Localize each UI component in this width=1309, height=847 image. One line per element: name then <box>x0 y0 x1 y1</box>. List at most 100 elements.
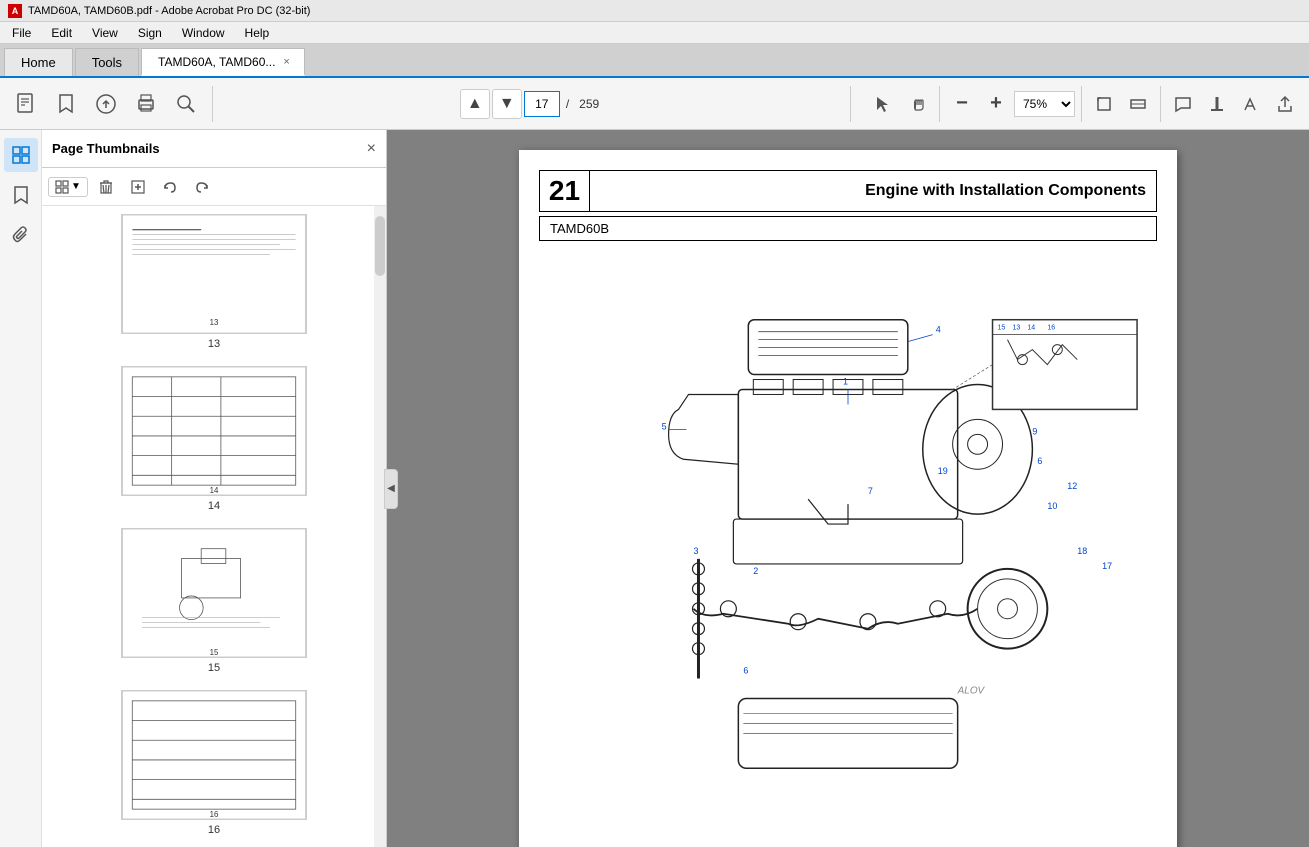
hand-tool-button[interactable] <box>901 88 933 120</box>
page-title-display: Engine with Installation Components <box>590 171 1156 211</box>
panel-close-button[interactable]: × <box>367 140 376 158</box>
create-icon <box>15 93 37 115</box>
engine-diagram: 4 1 <box>539 249 1157 829</box>
insert-icon <box>130 179 146 195</box>
comment-icon <box>1174 95 1192 113</box>
menu-view[interactable]: View <box>84 24 126 42</box>
print-icon <box>135 93 157 115</box>
print-button[interactable] <box>128 84 164 124</box>
menu-window[interactable]: Window <box>174 24 233 42</box>
page-separator: / <box>566 97 569 111</box>
comment-button[interactable] <box>1167 88 1199 120</box>
svg-text:13: 13 <box>210 318 219 327</box>
next-page-button[interactable]: ▼ <box>492 89 522 119</box>
tab-document[interactable]: TAMD60A, TAMD60... × <box>141 48 305 76</box>
thumbnail-page-15[interactable]: 15 15 <box>121 528 307 674</box>
svg-text:15: 15 <box>210 648 219 657</box>
zoom-select[interactable]: 75% 50% 100% 125% 150% <box>1014 91 1075 117</box>
menu-help[interactable]: Help <box>237 24 278 42</box>
panel-toolbar: ▼ <box>42 168 386 206</box>
highlight-button[interactable] <box>1201 88 1233 120</box>
toolbar-separator-3 <box>939 86 940 122</box>
bookmark-button[interactable] <box>48 84 84 124</box>
thumb-label-16: 16 <box>208 824 220 836</box>
toolbar-separator-4 <box>1081 86 1082 122</box>
zoom-out-button[interactable]: − <box>946 88 978 120</box>
attachments-icon <box>11 225 31 245</box>
menu-file[interactable]: File <box>4 24 39 42</box>
tab-close-button[interactable]: × <box>283 56 289 68</box>
share-icon <box>1276 95 1294 113</box>
delete-pages-button[interactable] <box>92 173 120 201</box>
thumbnail-page-13[interactable]: 13 13 <box>121 214 307 350</box>
panel-title: Page Thumbnails <box>52 141 160 156</box>
page-number-display: 21 <box>540 171 590 211</box>
undo-button[interactable] <box>156 173 184 201</box>
thumbnail-page-14[interactable]: 14 14 <box>121 366 307 512</box>
svg-text:ALOV: ALOV <box>957 686 986 697</box>
menu-sign[interactable]: Sign <box>130 24 170 42</box>
total-pages: 259 <box>579 97 599 111</box>
sidebar-attachments-button[interactable] <box>4 218 38 252</box>
upload-button[interactable] <box>88 84 124 124</box>
dropdown-arrow: ▼ <box>71 181 81 192</box>
zoom-in-button[interactable]: + <box>980 88 1012 120</box>
thumb-label-15: 15 <box>208 662 220 674</box>
thumb-label-13: 13 <box>208 338 220 350</box>
view-options-dropdown[interactable]: ▼ <box>48 177 88 197</box>
svg-text:3: 3 <box>694 546 699 556</box>
svg-text:2: 2 <box>753 566 758 576</box>
page-header: 21 Engine with Installation Components <box>539 170 1157 212</box>
thumbnails-icon <box>11 145 31 165</box>
scroll-thumb[interactable] <box>375 216 385 276</box>
markup-button[interactable] <box>1235 88 1267 120</box>
svg-text:18: 18 <box>1077 546 1087 556</box>
thumbnail-page-16[interactable]: 16 16 <box>121 690 307 836</box>
view-options-icon <box>55 180 69 194</box>
tab-bar: Home Tools TAMD60A, TAMD60... × <box>0 44 1309 78</box>
fit-page-button[interactable] <box>1088 88 1120 120</box>
fit-width-button[interactable] <box>1122 88 1154 120</box>
svg-text:14: 14 <box>210 486 219 495</box>
redo-button[interactable] <box>188 173 216 201</box>
panel-collapse-button[interactable]: ◀ <box>384 469 398 509</box>
create-button[interactable] <box>8 84 44 124</box>
thumb-img-14: 14 <box>121 366 307 496</box>
menu-edit[interactable]: Edit <box>43 24 80 42</box>
cursor-tool-button[interactable] <box>867 88 899 120</box>
svg-text:14: 14 <box>1027 325 1035 332</box>
share-button[interactable] <box>1269 88 1301 120</box>
page-number-input[interactable] <box>524 91 560 117</box>
markup-icon <box>1242 95 1260 113</box>
prev-page-button[interactable]: ▲ <box>460 89 490 119</box>
svg-text:4: 4 <box>936 325 941 335</box>
toolbar-separator-5 <box>1160 86 1161 122</box>
svg-text:9: 9 <box>1032 426 1037 436</box>
svg-text:16: 16 <box>1047 325 1055 332</box>
svg-text:17: 17 <box>1102 561 1112 571</box>
svg-text:1: 1 <box>843 377 848 387</box>
sidebar-thumbnails-button[interactable] <box>4 138 38 172</box>
fit-width-icon <box>1129 95 1147 113</box>
bookmarks-icon <box>11 185 31 205</box>
cursor-icon <box>874 95 892 113</box>
zoom-search-button[interactable] <box>168 84 204 124</box>
hand-icon <box>908 95 926 113</box>
upload-icon <box>95 93 117 115</box>
menu-bar: File Edit View Sign Window Help <box>0 22 1309 44</box>
panel-header: Page Thumbnails × <box>42 130 386 168</box>
thumbnail-panel: Page Thumbnails × ▼ <box>42 130 387 847</box>
fit-page-icon <box>1095 95 1113 113</box>
right-tools-group: − + 75% 50% 100% 125% 150% <box>867 86 1301 122</box>
sidebar-bookmarks-button[interactable] <box>4 178 38 212</box>
svg-text:12: 12 <box>1067 481 1077 491</box>
thumb-img-15: 15 <box>121 528 307 658</box>
insert-pages-button[interactable] <box>124 173 152 201</box>
page-subtitle: TAMD60B <box>539 216 1157 241</box>
main-toolbar: ▲ ▼ / 259 − + 75% 50% 100% 125% <box>0 78 1309 130</box>
pdf-page: 21 Engine with Installation Components T… <box>519 150 1177 847</box>
main-area: Page Thumbnails × ▼ <box>0 130 1309 847</box>
tab-tools[interactable]: Tools <box>75 48 139 76</box>
tab-home[interactable]: Home <box>4 48 73 76</box>
scroll-track[interactable] <box>374 206 386 847</box>
